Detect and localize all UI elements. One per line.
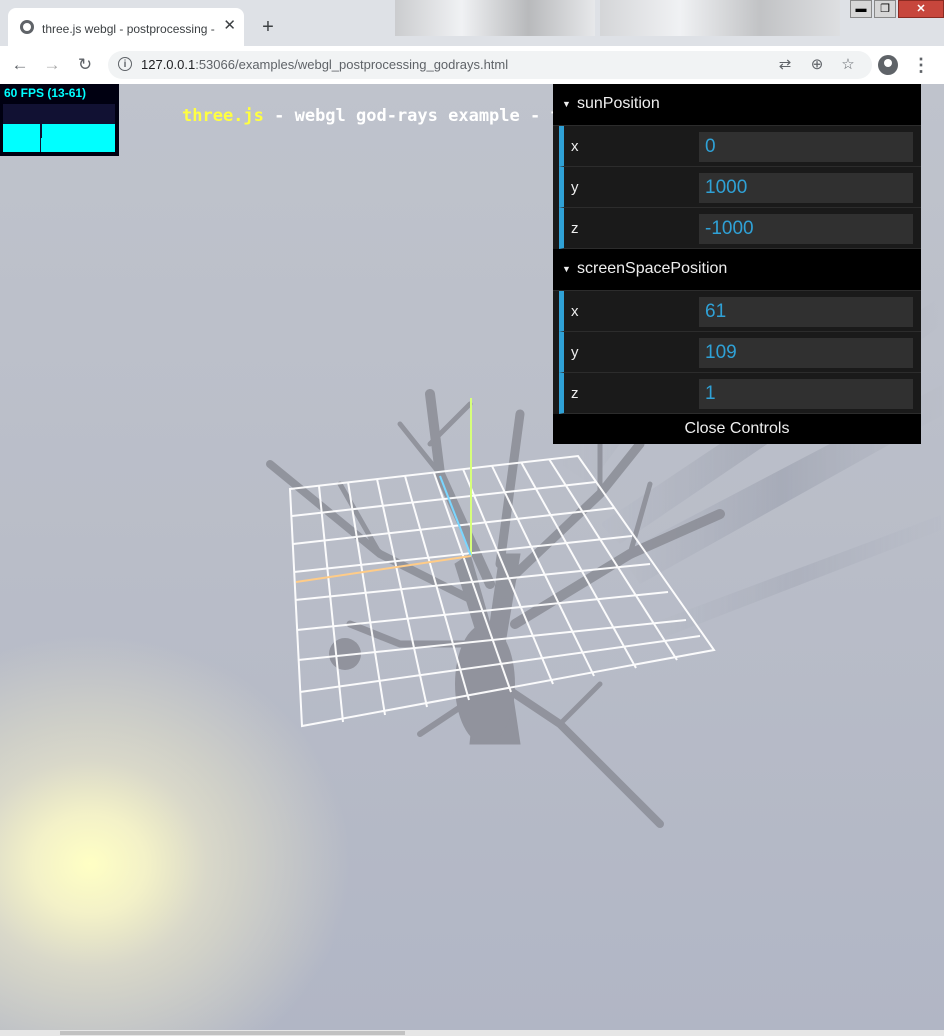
url-text[interactable]: 127.0.0.1:53066/examples/webgl_postproce… bbox=[141, 57, 508, 72]
new-tab-button[interactable]: + bbox=[256, 16, 280, 40]
number-input[interactable]: 1 bbox=[699, 379, 913, 409]
fps-readout: 60 FPS (13-61) bbox=[4, 86, 87, 100]
minimize-button[interactable]: ▬ bbox=[850, 0, 872, 18]
triangle-down-icon: ▼ bbox=[562, 99, 571, 109]
fps-graph bbox=[3, 104, 115, 152]
number-input[interactable]: 0 bbox=[699, 132, 913, 162]
webgl-canvas[interactable]: three.js - webgl god-rays example - tree… bbox=[0, 84, 944, 1036]
forward-button[interactable]: → bbox=[40, 54, 64, 76]
controller-label: y bbox=[571, 344, 579, 361]
controller-row: x 61 bbox=[559, 291, 921, 332]
info-icon[interactable]: i bbox=[118, 57, 132, 71]
folder-sunposition: ▼ sunPosition x0 y 1000 z -1000 bbox=[553, 84, 921, 249]
controller-row: y 109 bbox=[559, 332, 921, 373]
background-window-blur bbox=[600, 0, 840, 36]
browser-titlebar: three.js webgl - postprocessing - god-ra… bbox=[0, 0, 944, 46]
controller-row: y 1000 bbox=[559, 167, 921, 208]
folder-title-label: sunPosition bbox=[577, 95, 660, 112]
zoom-icon[interactable]: ⊕ bbox=[808, 56, 826, 74]
folder-title-label: screenSpacePosition bbox=[577, 260, 728, 277]
close-controls-button[interactable]: Close Controls bbox=[553, 414, 921, 444]
profile-avatar-icon[interactable] bbox=[878, 55, 898, 75]
folder-title[interactable]: ▼ sunPosition bbox=[553, 84, 921, 126]
number-input[interactable]: -1000 bbox=[699, 214, 913, 244]
browser-toolbar: ← → ↻ i 127.0.0.1:53066/examples/webgl_p… bbox=[0, 46, 944, 85]
controller-label: z bbox=[571, 385, 579, 402]
tab-title: three.js webgl - postprocessing - god-ra… bbox=[42, 22, 217, 36]
tab-close-icon[interactable]: ✕ bbox=[223, 18, 236, 34]
fps-graph-spike bbox=[41, 138, 42, 152]
scrollbar-thumb[interactable] bbox=[60, 1031, 405, 1035]
controller-label: z bbox=[571, 220, 579, 237]
back-button[interactable]: ← bbox=[8, 54, 32, 76]
window-close-button[interactable]: ✕ bbox=[898, 0, 944, 18]
controller-label: y bbox=[571, 179, 579, 196]
background-window-blur bbox=[395, 0, 595, 36]
threejs-link[interactable]: three.js bbox=[182, 106, 264, 126]
stats-panel[interactable]: 60 FPS (13-61) bbox=[0, 84, 119, 156]
folder-screenspaceposition: ▼ screenSpacePosition x 61 y 109 z1 bbox=[553, 249, 921, 414]
bookmark-star-icon[interactable]: ☆ bbox=[839, 56, 857, 74]
url-path: :53066/examples/webgl_postprocessing_god… bbox=[195, 57, 509, 72]
fps-graph-fill bbox=[3, 124, 115, 152]
reload-button[interactable]: ↻ bbox=[73, 54, 97, 76]
number-input[interactable]: 61 bbox=[699, 297, 913, 327]
folder-title[interactable]: ▼ screenSpacePosition bbox=[553, 249, 921, 291]
maximize-button[interactable]: ❐ bbox=[874, 0, 896, 18]
controller-row: z -1000 bbox=[559, 208, 921, 249]
controller-label: x bbox=[571, 303, 579, 320]
number-input[interactable]: 109 bbox=[699, 338, 913, 368]
address-bar[interactable]: i 127.0.0.1:53066/examples/webgl_postpro… bbox=[108, 51, 872, 79]
url-host: 127.0.0.1 bbox=[141, 57, 196, 72]
browser-menu-icon[interactable]: ⋮ bbox=[912, 54, 930, 76]
horizontal-scrollbar[interactable] bbox=[0, 1030, 944, 1036]
dat-gui-panel: ▼ sunPosition x0 y 1000 z -1000 ▼ screenSpac… bbox=[553, 84, 921, 444]
triangle-down-icon: ▼ bbox=[562, 264, 571, 274]
controller-label: x bbox=[571, 138, 579, 155]
controller-row: z1 bbox=[559, 373, 921, 414]
translate-icon[interactable]: ⇄ bbox=[776, 56, 794, 74]
browser-tab[interactable]: three.js webgl - postprocessing - god-ra… bbox=[8, 8, 244, 46]
window-controls: ▬ ❐ ✕ bbox=[848, 0, 944, 20]
controller-row: x0 bbox=[559, 126, 921, 167]
number-input[interactable]: 1000 bbox=[699, 173, 913, 203]
globe-icon bbox=[20, 20, 34, 34]
